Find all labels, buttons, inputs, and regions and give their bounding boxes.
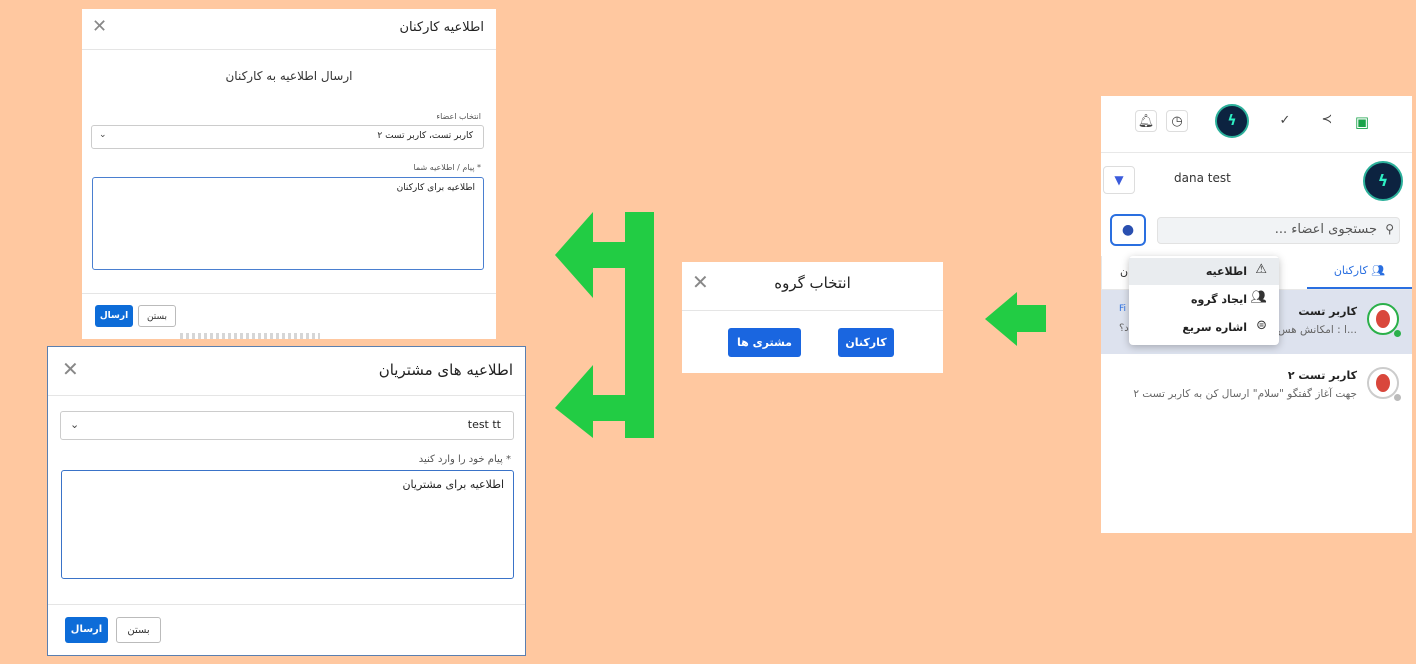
filter-icon[interactable]: ▼ — [1103, 166, 1135, 194]
message-text: اطلاعیه برای مشتریان — [402, 478, 504, 491]
menu-item-label: اشاره سریع — [1182, 321, 1247, 334]
menu-item-quick-reply[interactable]: ⊜ اشاره سریع — [1129, 314, 1279, 341]
clock-icon[interactable]: ◷ — [1166, 110, 1188, 132]
announcement-icon: ⚠ — [1255, 262, 1267, 277]
message-label: * پیام خود را وارد کنید — [418, 454, 511, 465]
search-placeholder: جستجوی اعضاء ... — [1274, 222, 1377, 237]
chat-add-icon[interactable]: ▣ — [1351, 111, 1373, 133]
tab-staff[interactable]: 👥︎ کارکنان — [1307, 256, 1412, 289]
chevron-down-icon: ⌄ — [99, 130, 107, 140]
message-label: * پیام / اطلاعیه شما — [413, 163, 481, 172]
chevron-down-icon: ⌄ — [70, 418, 80, 431]
offline-status — [1394, 394, 1401, 401]
list-item[interactable]: کاربر تست ۲ جهت آغاز گفتگو "سلام" ارسال … — [1101, 354, 1412, 418]
branch-arrow-icon — [555, 212, 654, 438]
modal-header: اطلاعیه های مشتریان ✕ — [48, 347, 525, 396]
close-button[interactable]: بستن — [138, 305, 176, 327]
close-button[interactable]: بستن — [116, 617, 161, 643]
close-icon[interactable]: ✕ — [92, 18, 107, 36]
people-icon: 👥︎ — [1371, 264, 1386, 277]
chat-item-tag: Fi — [1119, 304, 1127, 314]
customer-select-value: test tt — [467, 418, 501, 431]
message-text: اطلاعیه برای کارکنان — [396, 183, 475, 193]
new-chat-button[interactable]: ● — [1110, 214, 1146, 246]
chat-item-name: کاربر تست — [1298, 305, 1357, 318]
modal-footer: ارسال بستن — [48, 604, 525, 657]
customers-button[interactable]: مشتری ها — [728, 328, 801, 357]
tab-staff-label: کارکنان — [1333, 264, 1368, 277]
staff-announcement-modal: اطلاعیه کارکنان ✕ ارسال اطلاعیه به کارکن… — [82, 9, 496, 339]
quick-reply-icon: ⊜ — [1256, 318, 1267, 333]
modal-subtitle: ارسال اطلاعیه به کارکنان — [225, 69, 353, 83]
customer-select[interactable]: test tt ⌄ — [60, 411, 514, 440]
add-group-icon: 👥︎ — [1250, 290, 1267, 305]
user-row: ▼ dana test ϟ — [1101, 153, 1412, 203]
members-select[interactable]: کاربر تست، کاربر تست ۲ ⌄ — [91, 125, 484, 149]
user-name: dana test — [1174, 171, 1231, 185]
hidden-edge — [180, 333, 320, 339]
chat-item-trail: د؟ — [1119, 323, 1129, 334]
close-icon[interactable]: ✕ — [62, 359, 79, 379]
message-textarea[interactable]: اطلاعیه برای مشتریان — [61, 470, 514, 579]
menu-item-announcement[interactable]: ⚠ اطلاعیه — [1129, 258, 1279, 285]
brand-logo: ϟ — [1215, 104, 1249, 138]
chat-item-preview: جهت آغاز گفتگو "سلام" ارسال کن به کاربر … — [1133, 388, 1357, 400]
left-arrow-icon — [985, 292, 1046, 346]
chat-toolbar: 🔔︎ ◷ ϟ ✓ ≺ ▣ — [1101, 96, 1412, 153]
modal-header: انتخاب گروه ✕ — [682, 262, 943, 311]
bell-icon[interactable]: 🔔︎ — [1135, 110, 1157, 132]
menu-item-create-group[interactable]: 👥︎ ایجاد گروه — [1129, 286, 1279, 313]
modal-header: اطلاعیه کارکنان ✕ — [82, 9, 496, 50]
share-icon[interactable]: ≺ — [1316, 109, 1338, 131]
modal-title: انتخاب گروه — [774, 274, 851, 292]
customer-announcement-modal: اطلاعیه های مشتریان ✕ test tt ⌄ * پیام خ… — [47, 346, 526, 656]
send-button[interactable]: ارسال — [65, 617, 108, 643]
chat-item-preview: ...ا : امکانش هس — [1277, 324, 1357, 336]
members-select-value: کاربر تست، کاربر تست ۲ — [377, 131, 473, 141]
modal-title: اطلاعیه های مشتریان — [378, 361, 513, 379]
send-button[interactable]: ارسال — [95, 305, 133, 327]
message-textarea[interactable]: اطلاعیه برای کارکنان — [92, 177, 484, 270]
check-icon[interactable]: ✓ — [1274, 110, 1296, 132]
online-status — [1394, 330, 1401, 337]
new-chat-dropdown: ⚠ اطلاعیه 👥︎ ایجاد گروه ⊜ اشاره سریع — [1129, 256, 1279, 345]
menu-item-label: اطلاعیه — [1205, 265, 1247, 278]
avatar[interactable]: ϟ — [1363, 161, 1403, 201]
tab-other-label: ن — [1120, 265, 1129, 278]
members-label: انتخاب اعضاء — [436, 112, 481, 121]
group-select-modal: انتخاب گروه ✕ مشتری ها کارکنان — [682, 262, 943, 373]
search-user-icon: ⚲ — [1385, 222, 1394, 236]
staff-button[interactable]: کارکنان — [838, 328, 894, 357]
modal-title: اطلاعیه کارکنان — [399, 20, 484, 35]
search-input[interactable]: جستجوی اعضاء ... ⚲ — [1157, 217, 1400, 244]
menu-item-label: ایجاد گروه — [1190, 293, 1247, 306]
chat-item-name: کاربر تست ۲ — [1287, 369, 1357, 382]
close-icon[interactable]: ✕ — [692, 272, 709, 292]
chat-bubble-icon: ● — [1121, 222, 1135, 238]
